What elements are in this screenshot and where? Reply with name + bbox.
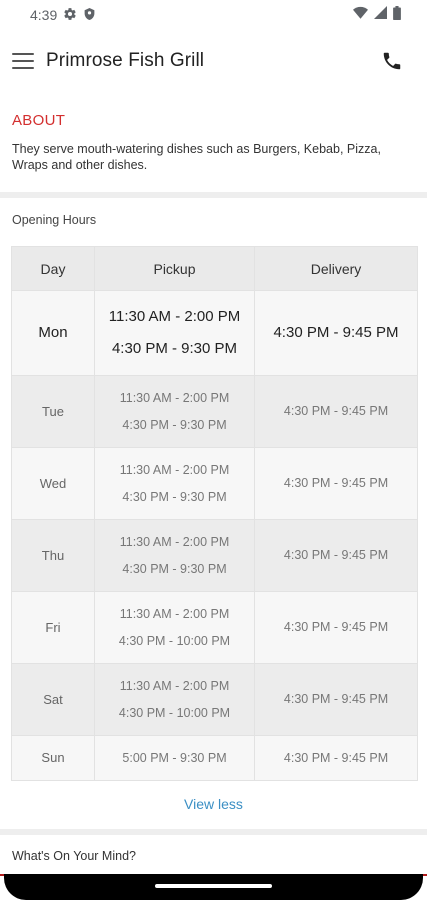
pickup-time-1: 11:30 AM - 2:00 PM bbox=[119, 606, 230, 621]
day-cell: Sat bbox=[43, 691, 63, 707]
day-cell: Sun bbox=[41, 750, 65, 765]
pickup-time-1: 11:30 AM - 2:00 PM bbox=[119, 390, 230, 405]
view-less-link[interactable]: View less bbox=[0, 796, 427, 812]
table-row: Fri 11:30 AM - 2:00 PM 4:30 PM - 10:00 P… bbox=[11, 591, 418, 664]
day-cell: Mon bbox=[38, 324, 68, 341]
signal-icon bbox=[374, 6, 387, 24]
mind-section-label: What's On Your Mind? bbox=[12, 849, 136, 863]
delivery-time: 4:30 PM - 9:45 PM bbox=[283, 692, 389, 706]
delivery-time: 4:30 PM - 9:45 PM bbox=[283, 404, 389, 418]
about-section: ABOUT They serve mouth-watering dishes s… bbox=[12, 112, 417, 173]
delivery-time: 4:30 PM - 9:45 PM bbox=[283, 750, 389, 765]
table-row: Thu 11:30 AM - 2:00 PM 4:30 PM - 9:30 PM… bbox=[11, 519, 418, 592]
delivery-time: 4:30 PM - 9:45 PM bbox=[283, 548, 389, 562]
phone-icon[interactable] bbox=[379, 48, 405, 74]
header-pickup: Pickup bbox=[94, 246, 255, 291]
section-divider bbox=[0, 829, 427, 835]
pickup-time-1: 11:30 AM - 2:00 PM bbox=[119, 534, 230, 549]
gear-icon bbox=[63, 7, 77, 24]
about-title: ABOUT bbox=[12, 112, 66, 129]
pickup-time-1: 5:00 PM - 9:30 PM bbox=[122, 750, 227, 765]
table-row: Tue 11:30 AM - 2:00 PM 4:30 PM - 9:30 PM… bbox=[11, 375, 418, 448]
day-cell: Tue bbox=[42, 403, 64, 419]
opening-hours-label: Opening Hours bbox=[12, 213, 97, 227]
battery-icon bbox=[393, 5, 401, 25]
table-row: Mon 11:30 AM - 2:00 PM 4:30 PM - 9:30 PM… bbox=[11, 290, 418, 376]
pickup-time-2: 4:30 PM - 9:30 PM bbox=[122, 561, 227, 576]
status-left: 4:39 bbox=[30, 7, 96, 24]
section-divider bbox=[0, 192, 427, 198]
wifi-icon bbox=[353, 6, 368, 24]
home-gesture-handle[interactable] bbox=[155, 884, 272, 888]
status-bar: 4:39 bbox=[0, 0, 427, 30]
header-day: Day bbox=[11, 246, 95, 291]
pickup-time-1: 11:30 AM - 2:00 PM bbox=[108, 308, 241, 325]
table-row: Sat 11:30 AM - 2:00 PM 4:30 PM - 10:00 P… bbox=[11, 663, 418, 736]
delivery-time: 4:30 PM - 9:45 PM bbox=[283, 620, 389, 634]
pickup-time-2: 4:30 PM - 9:30 PM bbox=[122, 489, 227, 504]
table-row: Wed 11:30 AM - 2:00 PM 4:30 PM - 9:30 PM… bbox=[11, 447, 418, 520]
page-title: Primrose Fish Grill bbox=[46, 50, 205, 71]
pickup-time-2: 4:30 PM - 9:30 PM bbox=[122, 417, 227, 432]
hamburger-menu-icon[interactable] bbox=[12, 49, 36, 73]
day-cell: Wed bbox=[39, 475, 67, 491]
delivery-time: 4:30 PM - 9:45 PM bbox=[283, 476, 389, 490]
status-time: 4:39 bbox=[30, 7, 58, 23]
about-text: They serve mouth-watering dishes such as… bbox=[12, 142, 381, 172]
status-right bbox=[353, 5, 401, 25]
table-header-row: Day Pickup Delivery bbox=[11, 246, 418, 291]
pickup-time-2: 4:30 PM - 9:30 PM bbox=[111, 340, 238, 357]
pickup-time-1: 11:30 AM - 2:00 PM bbox=[119, 678, 230, 693]
day-cell: Fri bbox=[45, 619, 61, 635]
pickup-time-2: 4:30 PM - 10:00 PM bbox=[118, 633, 231, 648]
pickup-time-2: 4:30 PM - 10:00 PM bbox=[118, 705, 231, 720]
delivery-time: 4:30 PM - 9:45 PM bbox=[273, 324, 399, 341]
shield-icon bbox=[83, 7, 96, 24]
pickup-time-1: 11:30 AM - 2:00 PM bbox=[119, 462, 230, 477]
opening-hours-table: Day Pickup Delivery Mon 11:30 AM - 2:00 … bbox=[11, 246, 418, 781]
day-cell: Thu bbox=[41, 547, 65, 563]
header-delivery: Delivery bbox=[254, 246, 418, 291]
table-row: Sun 5:00 PM - 9:30 PM 4:30 PM - 9:45 PM bbox=[11, 735, 418, 781]
app-bar: Primrose Fish Grill bbox=[0, 38, 427, 84]
